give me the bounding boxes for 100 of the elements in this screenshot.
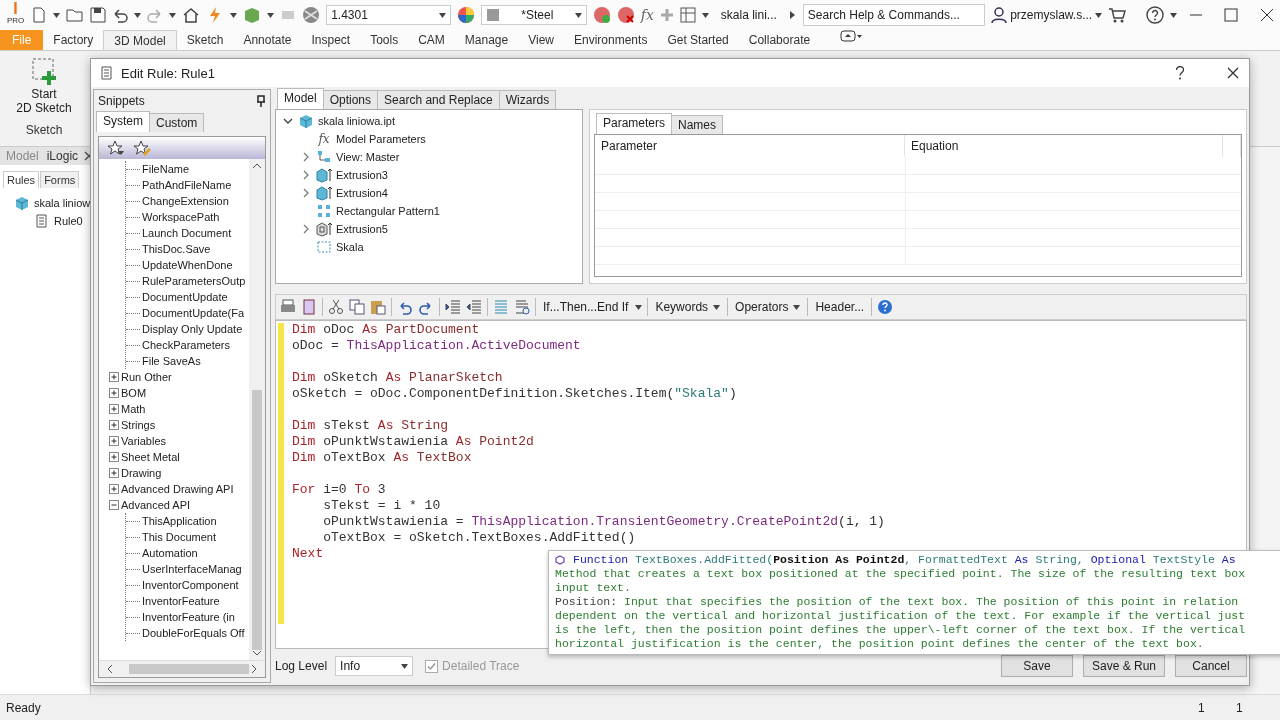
user-name[interactable]: przemyslaw.s... (1010, 8, 1093, 22)
snippet-item[interactable]: CheckParameters (142, 339, 231, 351)
ribbon-tab[interactable]: Factory (43, 30, 104, 50)
palette-icon[interactable] (616, 6, 635, 24)
ribbon-tab[interactable]: View (518, 30, 564, 50)
caret-icon[interactable] (169, 12, 177, 18)
vertical-scrollbar[interactable] (249, 159, 265, 660)
snippet-item[interactable]: UserInterfaceManag (142, 563, 242, 575)
scroll-down-icon[interactable] (252, 650, 262, 656)
tree-item[interactable]: Rectangular Pattern1 (336, 205, 440, 217)
cart-icon[interactable] (1108, 7, 1127, 23)
close-icon[interactable] (1260, 8, 1274, 22)
snippet-category[interactable]: BOM (121, 387, 147, 399)
header-button[interactable]: Header... (813, 300, 867, 314)
snippet-item[interactable]: File SaveAs (142, 355, 201, 367)
ribbon-tab[interactable]: 3D Model (103, 30, 177, 50)
grid-icon[interactable] (679, 7, 696, 23)
new-file-icon[interactable] (31, 7, 48, 23)
snippet-item[interactable]: InventorFeature (142, 595, 220, 607)
tree-item[interactable]: skala liniowa.ipt (318, 115, 396, 127)
snippet-category[interactable]: Advanced API (121, 499, 191, 511)
ribbon-tab[interactable]: CAM (408, 30, 455, 50)
horizontal-scrollbar[interactable] (99, 660, 265, 677)
tree-item[interactable]: skala liniow (34, 197, 91, 209)
menu-button[interactable]: Operators (733, 300, 803, 314)
open-folder-icon[interactable] (66, 7, 85, 23)
maximize-icon[interactable] (1224, 8, 1239, 22)
editor-tab[interactable]: Model (277, 88, 324, 109)
snippet-item[interactable]: Launch Document (142, 227, 232, 239)
start-sketch-button[interactable]: Start 2D Sketch (12, 57, 76, 115)
column-header[interactable]: Parameter (601, 139, 658, 153)
ribbon-tab[interactable]: Environments (564, 30, 658, 50)
snippet-item[interactable]: ThisApplication (142, 515, 217, 527)
star-filter-icon[interactable] (107, 140, 125, 156)
snippet-item[interactable]: DoubleForEquals Off (142, 627, 245, 639)
snippet-item[interactable]: ChangeExtension (142, 195, 229, 207)
panel-toggle-icon[interactable] (840, 30, 863, 42)
ribbon-tab[interactable]: Annotate (233, 30, 302, 50)
expand-icon[interactable] (109, 388, 119, 398)
snippet-category[interactable]: Math (121, 403, 146, 415)
snippet-item[interactable]: DocumentUpdate(Fa (142, 307, 245, 319)
parameters-tab[interactable]: Parameters (596, 113, 673, 134)
caret-icon[interactable] (1095, 12, 1103, 18)
browser-tab[interactable]: Forms (40, 171, 80, 188)
chevron-icon[interactable] (301, 188, 311, 198)
parameters-tab[interactable]: Names (671, 115, 724, 134)
snippet-category[interactable]: Strings (121, 419, 156, 431)
scroll-up-icon[interactable] (252, 163, 262, 169)
tree-item[interactable]: Extrusion4 (336, 187, 388, 199)
snippet-item[interactable]: InventorComponent (142, 579, 239, 591)
snippet-item[interactable]: Display Only Update (142, 323, 243, 335)
redo-icon[interactable] (418, 299, 434, 315)
undo-icon[interactable] (397, 299, 413, 315)
snippet-item[interactable]: WorkspacePath (142, 211, 220, 223)
parameters-button[interactable]: fx (640, 7, 654, 23)
expand-icon[interactable] (109, 468, 119, 478)
snippet-item[interactable]: DocumentUpdate (142, 291, 228, 303)
snippet-item[interactable]: ThisDoc.Save (142, 243, 211, 255)
snippet-item[interactable]: Automation (142, 547, 198, 559)
snippet-tab[interactable]: System (96, 111, 150, 132)
help-icon[interactable] (1145, 6, 1164, 24)
chevron-icon[interactable] (283, 116, 293, 126)
ribbon-tab[interactable]: Tools (360, 30, 409, 50)
expand-icon[interactable] (109, 420, 119, 430)
search-field[interactable]: Search Help & Commands... (802, 4, 986, 26)
caret-icon[interactable] (635, 304, 643, 310)
snippet-item[interactable]: FileName (142, 163, 190, 175)
save-icon[interactable] (90, 7, 107, 23)
tree-item[interactable]: Extrusion5 (336, 223, 388, 235)
snippet-category[interactable]: Sheet Metal (121, 451, 180, 463)
scroll-left-icon[interactable] (107, 664, 113, 674)
ribbon-tab[interactable]: Manage (454, 30, 519, 50)
caret-icon[interactable] (134, 12, 142, 18)
tree-item[interactable]: Model Parameters (336, 133, 426, 145)
caret-icon[interactable] (53, 12, 61, 18)
column-header[interactable]: Equation (911, 139, 959, 153)
snippet-category[interactable]: Variables (121, 435, 167, 447)
snippet-button[interactable]: If...Then...End If (541, 300, 631, 314)
chevron-right-icon[interactable] (788, 10, 797, 20)
menu-button[interactable]: Keywords (653, 300, 723, 314)
snippet-category[interactable]: Run Other (121, 371, 172, 383)
home-icon[interactable] (182, 7, 201, 23)
paste-icon[interactable] (370, 299, 386, 315)
expand-icon[interactable] (109, 436, 119, 446)
close-icon[interactable] (1227, 67, 1239, 79)
expand-icon[interactable] (109, 404, 119, 414)
editor-tab[interactable]: Options (322, 90, 379, 109)
dialog-button[interactable]: Save & Run (1083, 655, 1165, 677)
snippet-category[interactable]: Drawing (121, 467, 162, 479)
star-edit-icon[interactable] (133, 140, 151, 156)
copy-icon[interactable] (349, 299, 365, 315)
chevron-icon[interactable] (301, 170, 311, 180)
scroll-right-icon[interactable] (251, 664, 257, 674)
log-level-dropdown[interactable]: Info (335, 656, 414, 676)
dialog-button[interactable]: Cancel (1175, 655, 1247, 677)
appearance-dropdown[interactable]: *Steel (481, 5, 587, 25)
chevron-icon[interactable] (301, 224, 311, 234)
caret-icon[interactable] (701, 12, 709, 18)
cube-icon[interactable] (243, 6, 262, 24)
palette-icon[interactable] (592, 6, 611, 24)
